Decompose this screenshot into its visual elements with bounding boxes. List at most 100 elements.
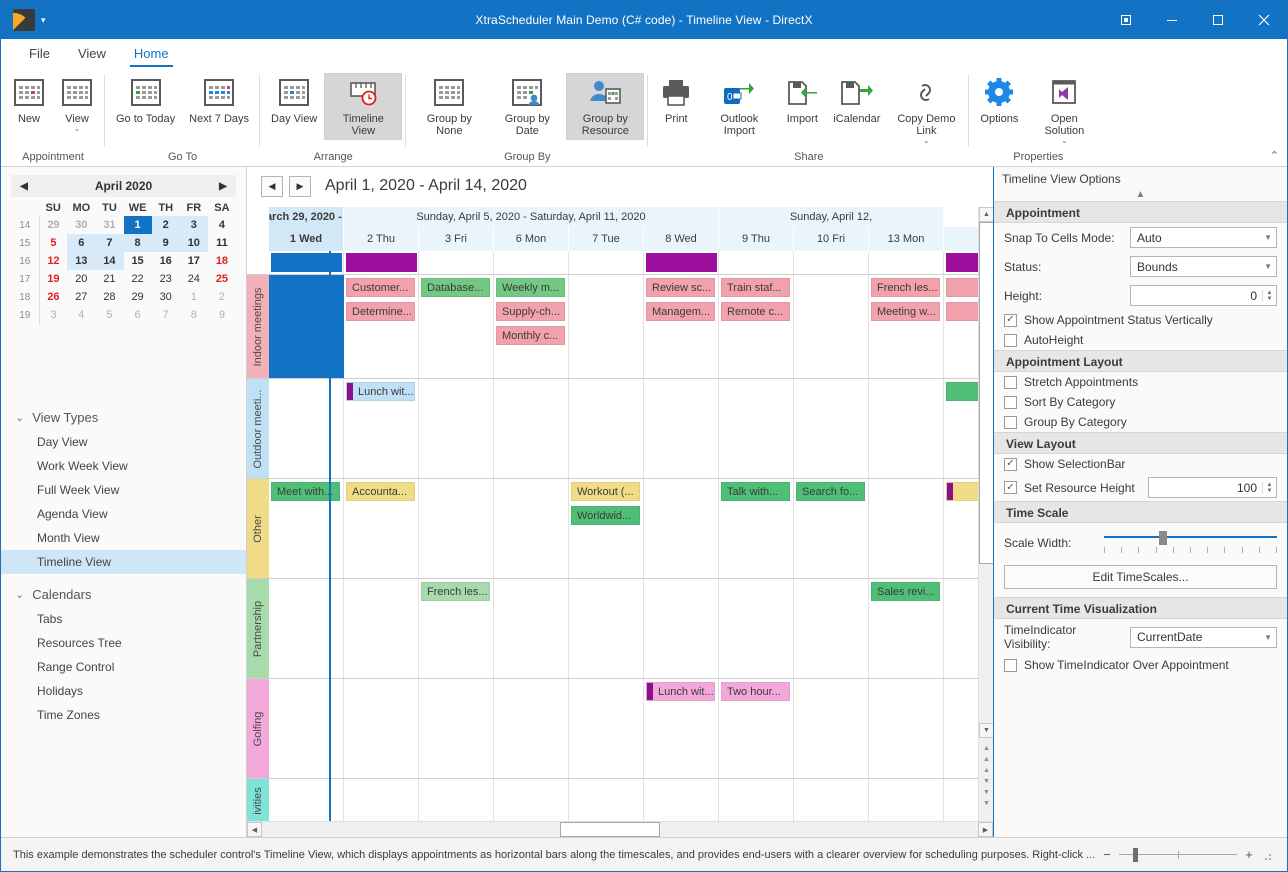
mini-calendar-day[interactable]: 2 [151, 216, 180, 234]
chevron-down-icon[interactable]: ▼ [1264, 262, 1272, 271]
group-by-resource-button[interactable]: Group by Resource [566, 73, 645, 140]
checkbox-autoheight[interactable]: AutoHeight [994, 330, 1287, 350]
chevron-down-icon[interactable]: ⌄ [15, 411, 24, 424]
mini-calendar-day[interactable]: 21 [95, 270, 123, 288]
checkbox-icon[interactable] [1004, 333, 1017, 347]
resource-label[interactable]: Indoor meetings [247, 275, 269, 378]
mini-calendar-day[interactable]: 23 [152, 270, 180, 288]
zoom-slider[interactable] [1119, 847, 1237, 862]
checkbox-show-appointment-status-vertically[interactable]: Show Appointment Status Vertically [994, 310, 1287, 330]
spinner-buttons[interactable]: ▲ ▼ [1262, 289, 1276, 302]
timeline-view-button[interactable]: Timeline View [324, 73, 403, 140]
appointment[interactable]: Review sc... [646, 278, 715, 297]
timeline-cell[interactable] [569, 679, 644, 778]
selection-marker[interactable] [346, 253, 417, 272]
appointment[interactable]: Workout (... [571, 482, 640, 501]
mini-calendar-day[interactable]: 24 [180, 270, 208, 288]
day-header-cell[interactable]: 8 Wed [644, 227, 719, 251]
appointment[interactable]: Determine... [346, 302, 415, 321]
mini-calendar-day[interactable]: 7 [152, 306, 180, 324]
group-by-date-button[interactable]: Group by Date [488, 73, 566, 140]
mini-calendar-day[interactable]: 13 [67, 252, 96, 270]
appointment[interactable]: Train staf... [721, 278, 790, 297]
mini-calendar-day[interactable]: 25 [208, 270, 236, 288]
chevron-down-icon[interactable]: ▼ [1264, 633, 1272, 642]
sidebar-item-time-zones[interactable]: Time Zones [1, 703, 246, 727]
mini-calendar-day[interactable]: 3 [39, 306, 67, 324]
open-solution-button[interactable]: Open Solution ⌄ [1025, 73, 1103, 148]
timeline-cell[interactable] [569, 779, 644, 822]
mini-calendar-day[interactable]: 9 [208, 306, 236, 324]
resource-navigator-icons[interactable]: ▲ ▲ ▲ ▼ ▼ ▼ [979, 743, 994, 809]
spinner-buttons[interactable]: ▲ ▼ [1262, 481, 1276, 494]
next-period-button[interactable]: ▶ [289, 175, 311, 197]
mini-calendar-day[interactable]: 2 [208, 288, 236, 306]
selection-marker[interactable] [646, 253, 717, 272]
mini-calendar-day[interactable]: 8 [123, 234, 152, 252]
scroll-right-button[interactable]: ▶ [978, 822, 993, 837]
zoom-slider-thumb[interactable] [1133, 847, 1138, 862]
checkbox-icon[interactable] [1004, 658, 1017, 672]
tab-home[interactable]: Home [120, 39, 183, 69]
day-view-button[interactable]: Day View [264, 73, 324, 128]
appointment[interactable]: Lunch wit... [646, 682, 715, 701]
mini-calendar-day[interactable]: 7 [95, 234, 124, 252]
selection-marker[interactable] [271, 253, 342, 272]
day-header-cell[interactable]: 2 Thu [344, 227, 419, 251]
dropdown-status[interactable]: Bounds ▼ [1130, 256, 1277, 277]
checkbox-set-resource-height[interactable]: Set Resource Height 100▲▼ [994, 474, 1287, 501]
checkbox-icon[interactable] [1004, 457, 1017, 471]
mini-calendar-day[interactable]: 26 [39, 288, 67, 306]
mini-calendar-day[interactable]: 18 [208, 252, 236, 270]
selection-bar-cell[interactable] [569, 251, 644, 274]
vertical-scroll-thumb[interactable] [979, 222, 994, 564]
resource-label[interactable]: Golfing [247, 679, 269, 778]
timeline-cell[interactable] [269, 579, 344, 678]
mini-calendar-day[interactable]: 1 [123, 216, 152, 234]
sidebar-item-range-control[interactable]: Range Control [1, 655, 246, 679]
mini-calendar-day[interactable]: 6 [124, 306, 152, 324]
checkbox-show-selectionbar[interactable]: Show SelectionBar [994, 454, 1287, 474]
checkbox-stretch-appointments[interactable]: Stretch Appointments [994, 372, 1287, 392]
sidebar-item-timeline-view[interactable]: Timeline View [1, 550, 246, 574]
timeline-cell[interactable] [569, 275, 644, 378]
sidebar-item-work-week-view[interactable]: Work Week View [1, 454, 246, 478]
chevron-down-icon[interactable]: ⌄ [15, 588, 24, 601]
mini-calendar-day[interactable]: 27 [67, 288, 95, 306]
spinner-height[interactable]: 0 ▲ ▼ [1130, 285, 1277, 306]
mini-calendar-day[interactable]: 29 [124, 288, 152, 306]
timeline-cell[interactable] [419, 479, 494, 578]
appointment[interactable]: Search fo... [796, 482, 865, 501]
mini-calendar-day[interactable]: 19 [39, 270, 67, 288]
timeline-cell[interactable] [794, 379, 869, 478]
checkbox-icon[interactable] [1004, 313, 1017, 327]
appointment[interactable]: Two hour... [721, 682, 790, 701]
appointment[interactable]: Managem... [646, 302, 715, 321]
timeline-cell[interactable] [569, 579, 644, 678]
appointment[interactable]: Sales revi... [871, 582, 940, 601]
day-header-cell[interactable]: 9 Thu [719, 227, 794, 251]
horizontal-scroll-track[interactable] [262, 822, 978, 837]
timeline-cell[interactable] [794, 579, 869, 678]
appointment[interactable]: Supply-ch... [496, 302, 565, 321]
timeline-cell[interactable] [794, 779, 869, 822]
chevron-down-icon[interactable]: ⌄ [74, 125, 81, 133]
checkbox-icon[interactable] [1004, 415, 1017, 429]
copy-demo-link-button[interactable]: Copy Demo Link ⌄ [887, 73, 965, 148]
chevron-right-icon[interactable]: ▶ [216, 181, 230, 192]
appointment[interactable]: Meeting w... [871, 302, 940, 321]
resource-label[interactable]: Other [247, 479, 269, 578]
timeline-cell[interactable] [644, 379, 719, 478]
spinner-value[interactable]: 100 [1149, 481, 1262, 495]
selected-time-block[interactable] [269, 275, 344, 378]
timeline-cell[interactable] [344, 779, 419, 822]
maximize-icon[interactable] [1195, 1, 1241, 39]
timeline-cell[interactable] [794, 275, 869, 378]
checkbox-icon[interactable] [1004, 481, 1017, 494]
tab-file[interactable]: File [15, 39, 64, 69]
timeline-cell[interactable] [644, 479, 719, 578]
appointment[interactable]: French les... [871, 278, 940, 297]
mini-calendar-day[interactable]: 10 [179, 234, 208, 252]
print-button[interactable]: Print [652, 73, 700, 128]
day-header-cell[interactable]: 10 Fri [794, 227, 869, 251]
